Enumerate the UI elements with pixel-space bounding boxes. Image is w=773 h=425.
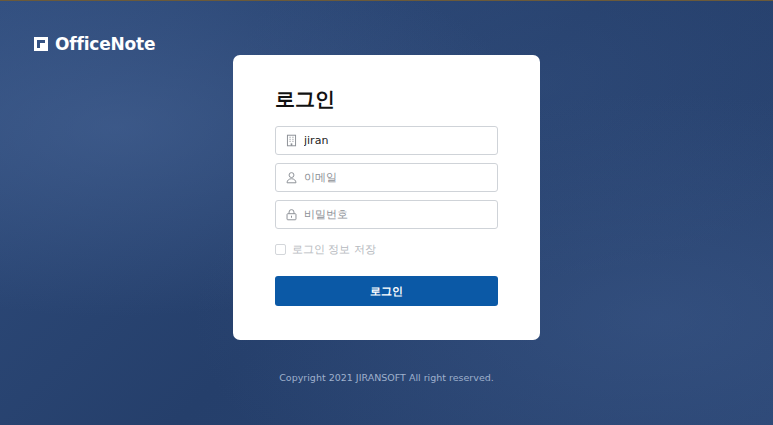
company-field-input[interactable]: [304, 129, 489, 152]
email-field: [275, 163, 498, 192]
copyright: Copyright 2021 JIRANSOFT All right reser…: [279, 372, 494, 383]
remember-checkbox[interactable]: [275, 244, 286, 255]
login-card: 로그인로그인 정보 저장로그인: [233, 55, 540, 340]
password-field-input[interactable]: [304, 203, 489, 226]
password-field: [275, 200, 498, 229]
header: OfficeNote: [0, 1, 773, 55]
company-field: [275, 126, 498, 155]
logo-icon: [33, 36, 49, 52]
remember-label[interactable]: 로그인 정보 저장: [292, 242, 376, 257]
building-icon: [285, 134, 298, 147]
logo-text: OfficeNote: [55, 34, 155, 54]
email-field-input[interactable]: [304, 166, 489, 189]
login-fields: [275, 126, 498, 229]
logo: OfficeNote: [33, 34, 155, 54]
login-button[interactable]: 로그인: [275, 276, 498, 306]
lock-icon: [285, 208, 298, 221]
person-icon: [285, 171, 298, 184]
login-title: 로그인: [275, 87, 498, 111]
remember-option[interactable]: 로그인 정보 저장: [275, 242, 498, 257]
